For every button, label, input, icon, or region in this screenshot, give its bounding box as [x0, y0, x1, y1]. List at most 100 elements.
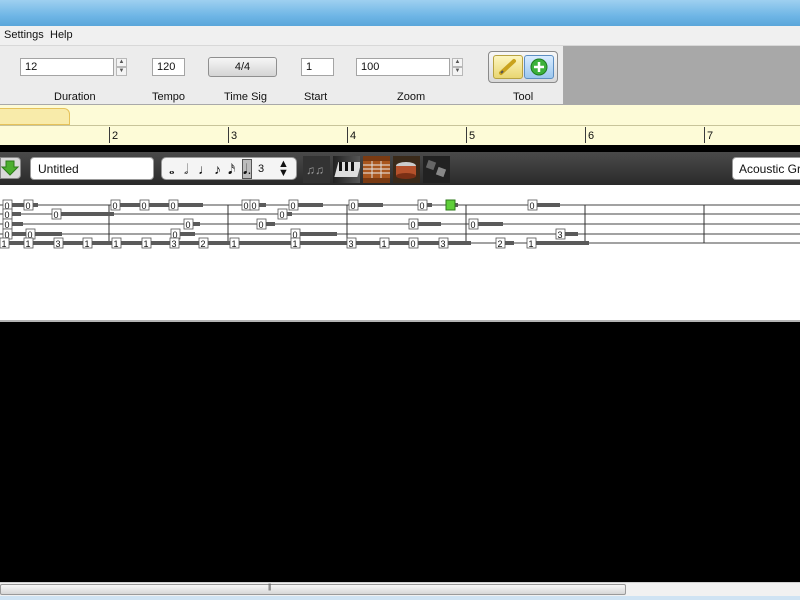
tab-note-fret: 0: [530, 201, 535, 211]
spinner-down-icon[interactable]: ▼: [452, 67, 463, 76]
zoom-input[interactable]: 100: [356, 58, 450, 76]
tab-note-fret: 0: [411, 220, 416, 230]
measure-number: 6: [588, 130, 595, 142]
tab-note-duration[interactable]: [353, 241, 381, 245]
piano-view-icon[interactable]: [333, 156, 362, 183]
notation-view-icon[interactable]: ♫♫: [303, 156, 330, 183]
timeline-ruler[interactable]: [0, 105, 800, 150]
tab-note-duration[interactable]: [205, 241, 233, 245]
scrollbar-grip-icon: |||: [268, 584, 272, 591]
tempo-label: Tempo: [152, 91, 186, 103]
scrollbar-thumb[interactable]: [0, 584, 626, 595]
tablature-staff[interactable]: 0000000000000000000000001131113211310321…: [0, 185, 800, 320]
start-input[interactable]: 1: [301, 58, 334, 76]
time-signature-button[interactable]: 4/4: [208, 57, 277, 77]
add-tool-button[interactable]: [524, 55, 554, 79]
tool-label: Tool: [513, 91, 534, 103]
tab-note-fret: 0: [280, 210, 285, 220]
tab-note-duration[interactable]: [355, 203, 383, 207]
whole-note-icon[interactable]: 𝅝: [169, 160, 175, 178]
zoom-spinner[interactable]: ▲ ▼: [452, 58, 463, 76]
tab-note-fret: 3: [172, 239, 177, 249]
tab-note-duration[interactable]: [146, 203, 170, 207]
tab-note-duration[interactable]: [415, 241, 441, 245]
half-note-icon[interactable]: 𝅗𝅥: [184, 160, 188, 178]
tablature-editor[interactable]: 0000000000000000000000001131113211310321…: [0, 185, 800, 322]
drum-view-icon[interactable]: [393, 156, 420, 183]
pencil-icon: [499, 59, 516, 75]
tab-note-fret: 0: [5, 220, 10, 230]
measure-number: 4: [350, 130, 357, 142]
measure-number: 7: [707, 130, 714, 142]
pencil-tool-button[interactable]: [493, 55, 523, 79]
tab-note-duration[interactable]: [117, 203, 141, 207]
duration-spinner[interactable]: ▲ ▼: [116, 58, 127, 76]
tab-note-fret: 0: [420, 201, 425, 211]
tab-note-duration[interactable]: [175, 203, 203, 207]
tab-note-fret: 0: [259, 220, 264, 230]
time-signature-label: Time Sig: [224, 91, 267, 103]
spinner-up-icon[interactable]: ▲: [116, 58, 127, 67]
tab-note-fret: 1: [529, 239, 534, 249]
tab-note-fret: 0: [411, 239, 416, 249]
tab-note-duration[interactable]: [533, 241, 589, 245]
menu-settings[interactable]: Settings: [4, 29, 44, 41]
tab-note-duration[interactable]: [30, 241, 56, 245]
triplet-icon[interactable]: 3: [258, 160, 264, 178]
download-arrow-icon: [0, 160, 20, 176]
tab-note-fret: 3: [349, 239, 354, 249]
tab-note-duration[interactable]: [386, 241, 412, 245]
tab-note-duration[interactable]: [176, 241, 200, 245]
tab-note-duration[interactable]: [475, 222, 503, 226]
horizontal-scrollbar[interactable]: |||: [0, 582, 800, 597]
tab-note-fret: 0: [471, 220, 476, 230]
track-name-field[interactable]: Untitled: [30, 157, 154, 180]
measure-number: 3: [231, 130, 238, 142]
tab-note-fret: 3: [558, 230, 563, 240]
more-view-icon[interactable]: [423, 156, 450, 183]
eighth-note-icon[interactable]: ♪: [214, 160, 221, 178]
spinner-up-icon[interactable]: ▲: [452, 58, 463, 67]
tab-note-duration[interactable]: [295, 203, 323, 207]
guitar-view-icon[interactable]: [363, 156, 390, 183]
tab-note-duration[interactable]: [32, 232, 62, 236]
tab-note-duration[interactable]: [415, 222, 441, 226]
dotted-note-icon[interactable]: 𝅘𝅥.: [241, 159, 253, 179]
tab-note-duration[interactable]: [118, 241, 144, 245]
menu-help[interactable]: Help: [50, 29, 73, 41]
tab-note-fret: 1: [114, 239, 119, 249]
instrument-select[interactable]: Acoustic Gra: [732, 157, 800, 180]
duration-input[interactable]: 12: [20, 58, 114, 76]
tab-note-fret: 0: [5, 210, 10, 220]
tempo-input[interactable]: 120: [152, 58, 185, 76]
measure-number: 2: [112, 130, 119, 142]
svg-text:♫♫: ♫♫: [306, 163, 324, 177]
toolbar-empty-area: [564, 46, 800, 105]
spinner-down-icon[interactable]: ▼: [116, 67, 127, 76]
tab-note-duration[interactable]: [297, 232, 337, 236]
tab-note-duration[interactable]: [58, 212, 114, 216]
tab-note-duration[interactable]: [297, 241, 349, 245]
measure-tick: [704, 127, 705, 143]
tab-note-fret: 0: [54, 210, 59, 220]
selected-note[interactable]: [445, 199, 456, 211]
tab-note-duration[interactable]: [236, 241, 292, 245]
sixteenth-note-icon[interactable]: 𝅘𝅥𝅯: [228, 160, 235, 178]
tab-note-duration[interactable]: [534, 203, 560, 207]
tab-note-duration[interactable]: [445, 241, 471, 245]
tab-note-duration[interactable]: [89, 241, 115, 245]
tab-note-fret: 3: [56, 239, 61, 249]
start-label: Start: [304, 91, 328, 103]
tab-note-fret: 0: [244, 201, 249, 211]
loop-marker[interactable]: [0, 108, 70, 125]
tab-note-fret: 1: [144, 239, 149, 249]
notation-canvas[interactable]: [0, 322, 800, 582]
ruler-divider: [0, 125, 800, 126]
quarter-note-icon[interactable]: ♩: [198, 160, 212, 178]
updown-arrows-icon[interactable]: ▲ ▼: [278, 159, 289, 179]
track-download-button[interactable]: [0, 157, 21, 179]
tab-note-duration[interactable]: [60, 241, 86, 245]
measure-tick: [109, 127, 110, 143]
duration-label: Duration: [54, 91, 96, 103]
tab-note-fret: 0: [252, 201, 257, 211]
